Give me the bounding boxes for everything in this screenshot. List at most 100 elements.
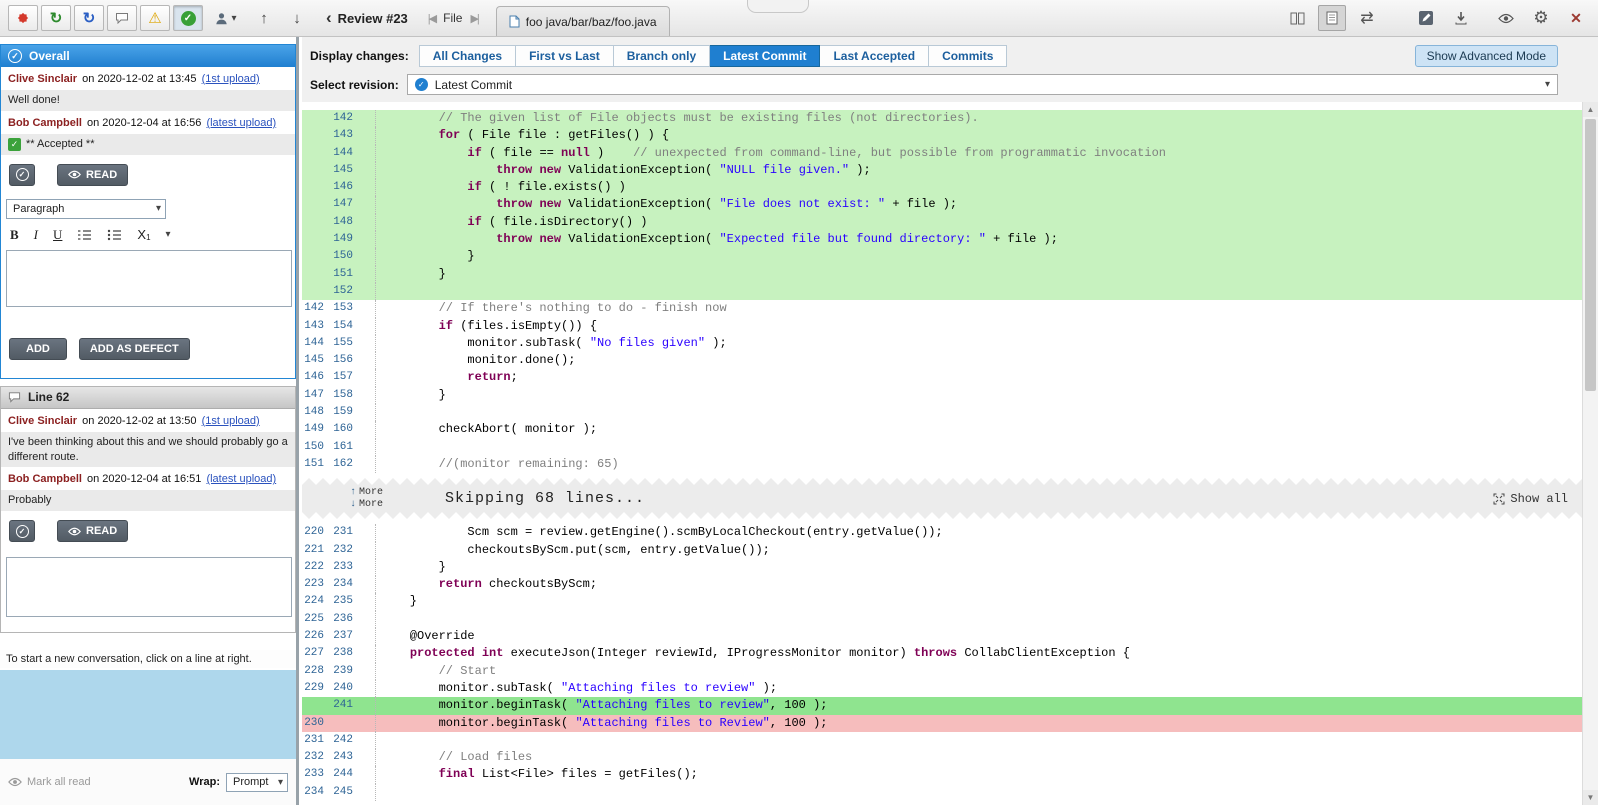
prev-file-button[interactable]: |◀ (428, 12, 435, 25)
filter-latest-commit[interactable]: Latest Commit (710, 45, 820, 67)
code-line[interactable]: 145 throw new ValidationException( "NULL… (302, 162, 1582, 179)
code-line[interactable]: 149 throw new ValidationException( "Expe… (302, 231, 1582, 248)
scroll-up-button[interactable]: ▲ (1583, 102, 1598, 117)
code-line[interactable]: 233244 final List<File> files = getFiles… (302, 766, 1582, 783)
add-comment-button[interactable]: ADD (9, 338, 67, 360)
scrollbar-thumb[interactable] (1585, 119, 1596, 391)
close-review-button[interactable]: ✕ (1562, 5, 1590, 31)
code-line[interactable]: 151162 //(monitor remaining: 65) (302, 456, 1582, 473)
code-line[interactable]: 148159 (302, 404, 1582, 421)
bullet-list-button[interactable] (107, 229, 122, 241)
code-line[interactable]: 222233 } (302, 559, 1582, 576)
subscript-button[interactable]: X1 (137, 227, 150, 242)
warnings-button[interactable]: ⚠ (140, 5, 170, 31)
code-block-top: 142 // The given list of File objects mu… (302, 110, 1582, 473)
code-line[interactable]: 232243 // Load files (302, 749, 1582, 766)
code-line[interactable]: 146157 return; (302, 369, 1582, 386)
code-line[interactable]: 224235 } (302, 593, 1582, 610)
defect-log-button[interactable] (8, 5, 38, 31)
bold-button[interactable]: B (10, 227, 19, 243)
code-line[interactable]: 142 // The given list of File objects mu… (302, 110, 1582, 127)
code-line[interactable]: 147 throw new ValidationException( "File… (302, 196, 1582, 213)
code-line[interactable]: 150161 (302, 439, 1582, 456)
more-formats-button[interactable]: ▾ (166, 229, 171, 240)
user-menu-button[interactable]: ▾ (206, 5, 246, 31)
code-line[interactable]: 234245 (302, 784, 1582, 801)
external-edit-button[interactable] (1412, 5, 1440, 31)
code-line[interactable]: 145156 monitor.done(); (302, 352, 1582, 369)
upload-link[interactable]: (1st upload) (202, 73, 260, 85)
refresh-review-button[interactable]: ↻ (74, 5, 104, 31)
filter-last-accepted[interactable]: Last Accepted (820, 45, 929, 67)
vertical-scrollbar[interactable]: ▲ ▼ (1582, 102, 1598, 805)
upload-link[interactable]: (latest upload) (206, 117, 276, 129)
collapsed-panel-handle[interactable] (747, 0, 809, 13)
code-line[interactable]: 231242 (302, 732, 1582, 749)
conversations-button[interactable] (107, 5, 137, 31)
italic-button[interactable]: I (34, 227, 38, 243)
upload-link[interactable]: (latest upload) (206, 473, 276, 485)
download-button[interactable] (1447, 5, 1475, 31)
refresh-materials-button[interactable]: ↻ (41, 5, 71, 31)
code-line[interactable]: 227238 protected int executeJson(Integer… (302, 645, 1582, 662)
compare-button[interactable]: ⇄ (1353, 5, 1381, 31)
prev-comment-button[interactable]: ↑ (249, 5, 279, 31)
filter-first-vs-last[interactable]: First vs Last (516, 45, 614, 67)
mark-accepted-button[interactable]: ✓ (9, 520, 35, 542)
code-line[interactable]: 144155 monitor.subTask( "No files given"… (302, 335, 1582, 352)
code-line[interactable]: 241 monitor.beginTask( "Attaching files … (302, 697, 1582, 714)
code-line[interactable]: 221232 checkoutsByScm.put(scm, entry.get… (302, 542, 1582, 559)
expand-down-button[interactable]: ↓More (350, 499, 383, 510)
filter-branch-only[interactable]: Branch only (614, 45, 710, 67)
unified-view-button[interactable] (1318, 5, 1346, 31)
code-line[interactable]: 148 if ( file.isDirectory() ) (302, 214, 1582, 231)
code-line[interactable]: 151 } (302, 266, 1582, 283)
code-line[interactable]: 142153 // If there's nothing to do - fin… (302, 300, 1582, 317)
code-line[interactable]: 143 for ( File file : getFiles() ) { (302, 127, 1582, 144)
settings-button[interactable]: ⚙ (1527, 5, 1555, 31)
mark-all-read-button[interactable]: Mark all read (8, 776, 91, 788)
show-all-button[interactable]: Show all (1493, 492, 1568, 506)
upload-link[interactable]: (1st upload) (202, 415, 260, 427)
code-line[interactable]: 226237 @Override (302, 628, 1582, 645)
show-advanced-mode-button[interactable]: Show Advanced Mode (1415, 45, 1558, 67)
code-line[interactable]: 146 if ( ! file.exists() ) (302, 179, 1582, 196)
ordered-list-button[interactable] (77, 229, 92, 241)
read-button[interactable]: READ (57, 520, 128, 542)
read-button[interactable]: READ (57, 164, 128, 186)
filter-commits[interactable]: Commits (929, 45, 1007, 67)
paragraph-style-select[interactable]: Paragraph ▾ (6, 199, 166, 219)
code-line[interactable]: 152 (302, 283, 1582, 300)
watch-button[interactable] (1492, 5, 1520, 31)
code-line[interactable]: 223234 return checkoutsByScm; (302, 576, 1582, 593)
approve-button[interactable]: ✓ (173, 5, 203, 31)
code-line[interactable]: 229240 monitor.subTask( "Attaching files… (302, 680, 1582, 697)
code-line[interactable]: 143154 if (files.isEmpty()) { (302, 318, 1582, 335)
file-tab[interactable]: foo java/bar/baz/foo.java (496, 6, 670, 36)
new-comment-textarea[interactable] (6, 250, 292, 307)
next-file-button[interactable]: ▶| (470, 12, 477, 25)
underline-button[interactable]: U (53, 227, 62, 243)
code-line[interactable]: 225236 (302, 611, 1582, 628)
reply-textarea[interactable] (6, 557, 292, 617)
code-line[interactable]: 144 if ( file == null ) // unexpected fr… (302, 145, 1582, 162)
wrap-select[interactable]: Prompt ▾ (226, 773, 288, 792)
code-line[interactable]: 228239 // Start (302, 663, 1582, 680)
next-comment-button[interactable]: ↓ (282, 5, 312, 31)
revision-select[interactable]: ✓ Latest Commit ▾ (407, 74, 1558, 95)
expand-up-button[interactable]: ↑More (350, 487, 383, 498)
old-line-number (302, 179, 324, 196)
back-chevron-icon[interactable]: ‹ (326, 8, 332, 28)
line-62-header[interactable]: Line 62 (1, 387, 295, 409)
scroll-down-button[interactable]: ▼ (1583, 790, 1598, 805)
filter-all-changes[interactable]: All Changes (419, 45, 516, 67)
code-line[interactable]: 147158 } (302, 387, 1582, 404)
code-line[interactable]: 230 monitor.beginTask( "Attaching files … (302, 715, 1582, 732)
add-as-defect-button[interactable]: ADD AS DEFECT (79, 338, 190, 360)
layout-columns-button[interactable] (1283, 5, 1311, 31)
code-line[interactable]: 150 } (302, 248, 1582, 265)
code-line[interactable]: 220231 Scm scm = review.getEngine().scmB… (302, 524, 1582, 541)
code-line[interactable]: 149160 checkAbort( monitor ); (302, 421, 1582, 438)
overall-header[interactable]: ✓ Overall (1, 45, 295, 67)
mark-accepted-button[interactable]: ✓ (9, 164, 35, 186)
